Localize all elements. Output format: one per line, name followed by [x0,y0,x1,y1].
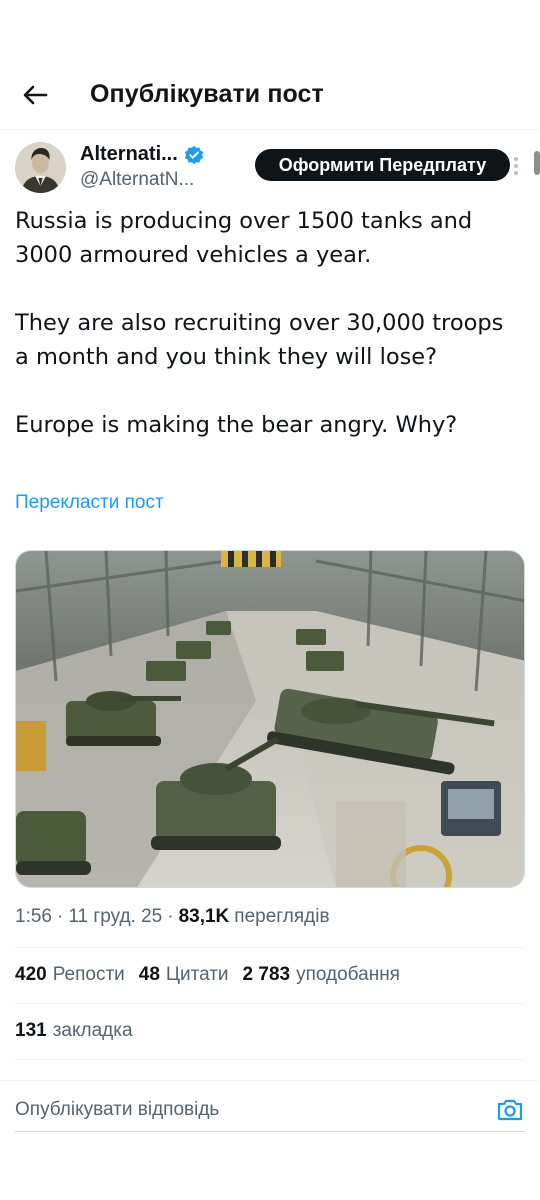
engagement-stats: 420 Репости 48 Цитати 2 783 уподобання [15,964,400,986]
likes-count: 2 783 [242,964,291,985]
author-name-text: Alternati... [80,143,178,165]
back-button[interactable] [18,80,52,110]
bookmarks-stat[interactable]: 131 закладка [15,1020,133,1042]
author-name[interactable]: Alternati... [80,143,204,166]
camera-icon [497,1099,523,1121]
likes-stat[interactable]: 2 783 уподобання [243,964,400,986]
meta-separator: · [167,906,174,927]
reposts-count: 420 [15,964,47,985]
post-paragraph: Russia is producing over 1500 tanks and … [15,208,473,268]
camera-button[interactable] [496,1097,524,1123]
verified-badge-icon [184,145,203,164]
scrollbar[interactable] [534,151,540,175]
quotes-stat[interactable]: 48 Цитати [139,964,229,986]
author-handle[interactable]: @AlternatN... [80,169,194,191]
post-meta: 1:56 · 11 груд. 25 · 83,1K переглядів [15,906,330,928]
more-options-button[interactable] [509,154,523,178]
divider [15,1059,525,1060]
divider [15,1003,525,1004]
bookmarks-count: 131 [15,1020,47,1041]
more-vertical-icon [514,157,518,175]
post-time[interactable]: 1:56 [15,906,52,928]
reply-bar: Опублікувати відповідь [0,1080,540,1138]
divider [15,947,525,948]
subscribe-button[interactable]: Оформити Передплату [255,149,510,181]
avatar[interactable] [15,142,66,193]
reply-input[interactable]: Опублікувати відповідь [15,1099,219,1121]
reposts-stat[interactable]: 420 Репости [15,964,125,986]
quotes-label: Цитати [165,964,229,985]
factory-photo [16,551,524,887]
reposts-label: Репости [52,964,125,985]
post-date[interactable]: 11 груд. 25 [68,906,162,928]
page-title: Опублікувати пост [90,80,324,108]
post-author: Alternati... @AlternatN... Оформити Пере… [15,142,525,198]
top-bar: Опублікувати пост [0,0,540,130]
post-image[interactable] [15,550,525,888]
views-count: 83,1K [178,906,230,927]
translate-post-link[interactable]: Перекласти пост [15,492,164,514]
post-paragraph: Europe is making the bear angry. Why? [15,412,458,438]
quotes-count: 48 [138,964,160,985]
bookmarks-label: закладка [52,1020,133,1041]
meta-separator: · [56,906,64,927]
post-text: Russia is producing over 1500 tanks and … [15,204,520,442]
reply-underline [15,1131,525,1132]
post-paragraph: They are also recruiting over 30,000 tro… [15,310,504,370]
views-label: переглядів [234,906,330,927]
arrow-left-icon [23,85,48,105]
likes-label: уподобання [296,964,400,985]
